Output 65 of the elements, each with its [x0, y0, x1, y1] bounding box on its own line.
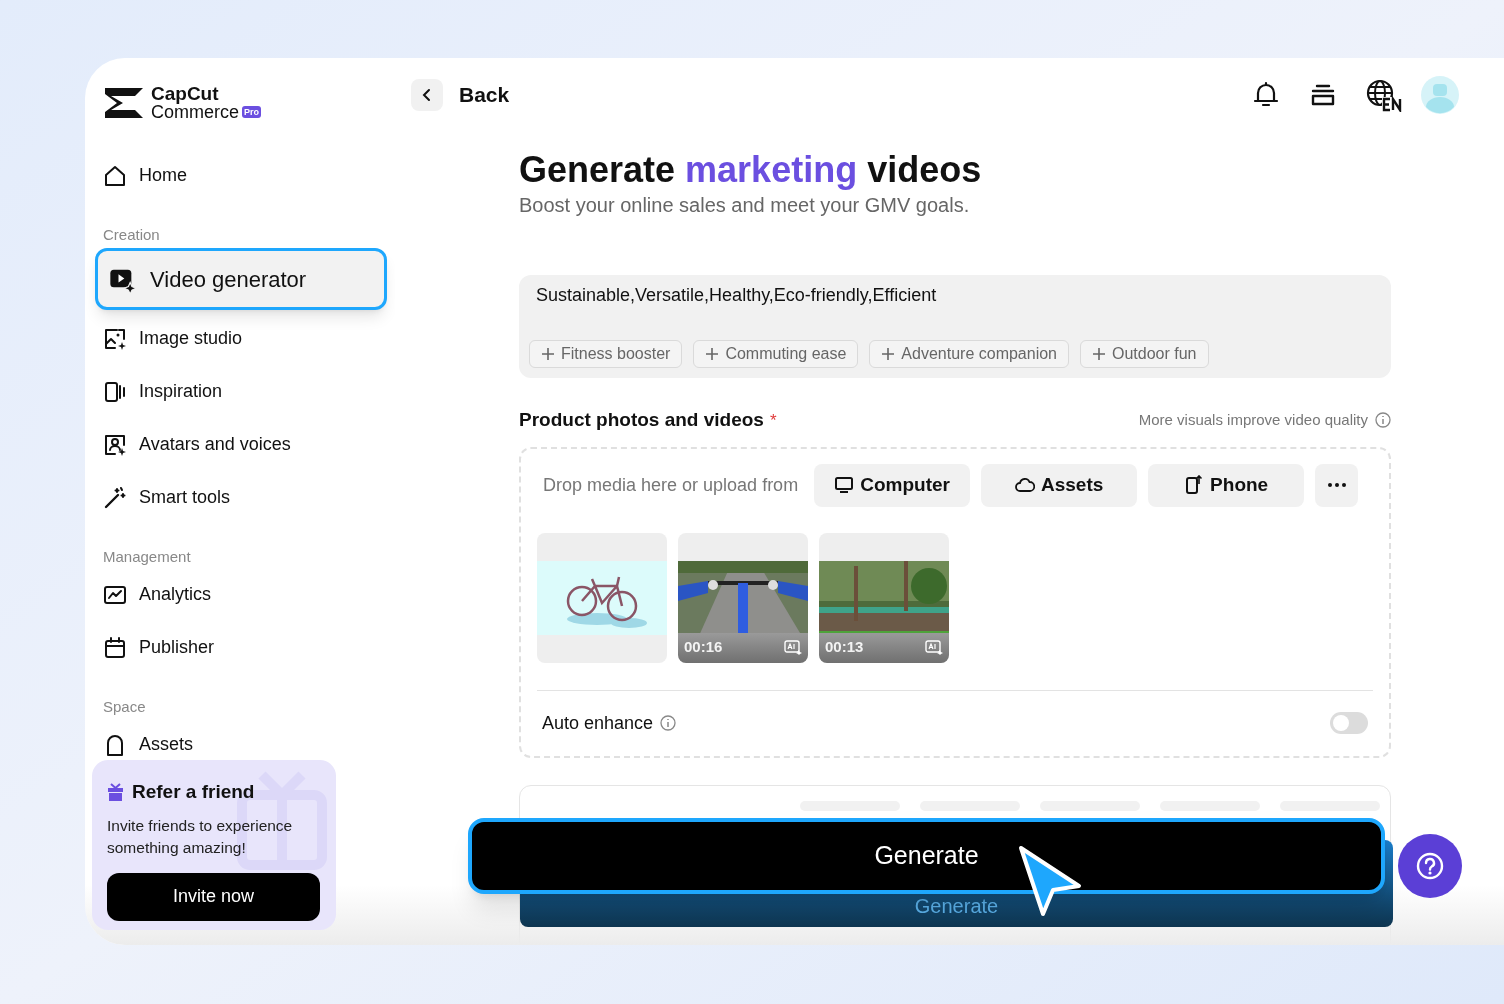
- sidebar-item[interactable]: Analytics: [95, 568, 395, 621]
- image-thumbnail[interactable]: [537, 532, 667, 663]
- help-icon: [1416, 852, 1444, 880]
- upload-source-button[interactable]: Computer: [814, 463, 971, 507]
- ai-enhance-icon: [925, 640, 943, 655]
- sidebar-item[interactable]: Home: [95, 149, 395, 202]
- back-label: Back: [459, 82, 510, 109]
- section-heading: Space: [102, 697, 147, 717]
- cloud-icon: [1014, 475, 1035, 495]
- page-title: Generate marketing videos: [519, 148, 983, 192]
- back-button[interactable]: [411, 79, 443, 111]
- sidebar-item[interactable]: Publisher: [95, 621, 395, 674]
- sidebar-item[interactable]: Smart tools: [95, 471, 395, 524]
- hint-text: More visuals improve video quality: [1138, 410, 1368, 430]
- section-heading: Management: [102, 547, 192, 567]
- calendar-icon: [103, 635, 127, 660]
- logo-text: Commerce: [151, 103, 239, 121]
- avatar-icon: [103, 432, 127, 457]
- upload-source-button[interactable]: Phone: [1148, 463, 1305, 507]
- required-mark: *: [769, 409, 777, 432]
- section-heading: Creation: [102, 225, 161, 245]
- suggestion-chip[interactable]: Commuting ease: [693, 340, 859, 368]
- phone-upload-icon: [1184, 475, 1205, 495]
- keywords-field[interactable]: Sustainable,Versatile,Healthy,Eco-friendly,Efficient Fitness booster Commuting ease Adventure companion Outdoor fun: [519, 275, 1391, 378]
- page-subtitle: Boost your online sales and meet your GMV goals.: [519, 193, 971, 218]
- upload-area[interactable]: Drop media here or upload from Computer Assets Phone 00:16 00:13 Auto enhance: [519, 446, 1391, 758]
- cursor-icon: [1017, 844, 1083, 918]
- auto-enhance-toggle[interactable]: [1330, 712, 1368, 734]
- sidebar-item[interactable]: Avatars and voices: [95, 418, 395, 471]
- plus-icon: [1092, 347, 1106, 361]
- video-duration: 00:13: [825, 637, 864, 658]
- section-label: Product photos and videos: [519, 408, 764, 432]
- plus-icon: [881, 347, 896, 361]
- columns-icon: [103, 379, 127, 404]
- video-duration: 00:16: [684, 637, 723, 658]
- sidebar-item[interactable]: Inspiration: [95, 365, 395, 418]
- sidebar-item[interactable]: Video generator: [95, 248, 387, 310]
- invite-button[interactable]: Invite now: [107, 872, 320, 921]
- wand-icon: [103, 485, 127, 510]
- info-icon[interactable]: [660, 715, 677, 731]
- referral-text: Invite friends to experience something amazing!: [107, 815, 294, 858]
- more-icon: [1327, 483, 1346, 487]
- language-icon[interactable]: [1365, 78, 1405, 112]
- monitor-icon: [834, 475, 855, 495]
- drop-text: Drop media here or upload from: [542, 473, 799, 497]
- ai-enhance-icon: [784, 640, 802, 655]
- gift-icon: [107, 783, 124, 802]
- suggestion-chip[interactable]: Outdoor fun: [1080, 340, 1209, 368]
- image-icon: [103, 326, 127, 351]
- sidebar-item[interactable]: Assets: [95, 718, 395, 760]
- generate-button[interactable]: Generate: [468, 818, 1385, 894]
- info-icon[interactable]: [1375, 412, 1391, 429]
- home-icon: [103, 163, 127, 188]
- upload-source-button[interactable]: Assets: [981, 463, 1138, 507]
- plus-icon: [705, 347, 720, 361]
- plus-icon: [541, 347, 555, 361]
- sidebar-item[interactable]: Image studio: [95, 312, 395, 365]
- logo-icon: [103, 86, 145, 120]
- auto-enhance-label: Auto enhance: [542, 711, 654, 735]
- suggestion-chip[interactable]: Adventure companion: [869, 340, 1069, 368]
- pro-badge: Pro: [242, 106, 262, 118]
- referral-title: Refer a friend: [132, 780, 255, 804]
- suggestion-chip[interactable]: Fitness booster: [529, 340, 683, 368]
- keywords-text: Sustainable,Versatile,Healthy,Eco-friendly,Efficient: [535, 284, 938, 307]
- generate-shadow-label: Generate: [914, 894, 999, 919]
